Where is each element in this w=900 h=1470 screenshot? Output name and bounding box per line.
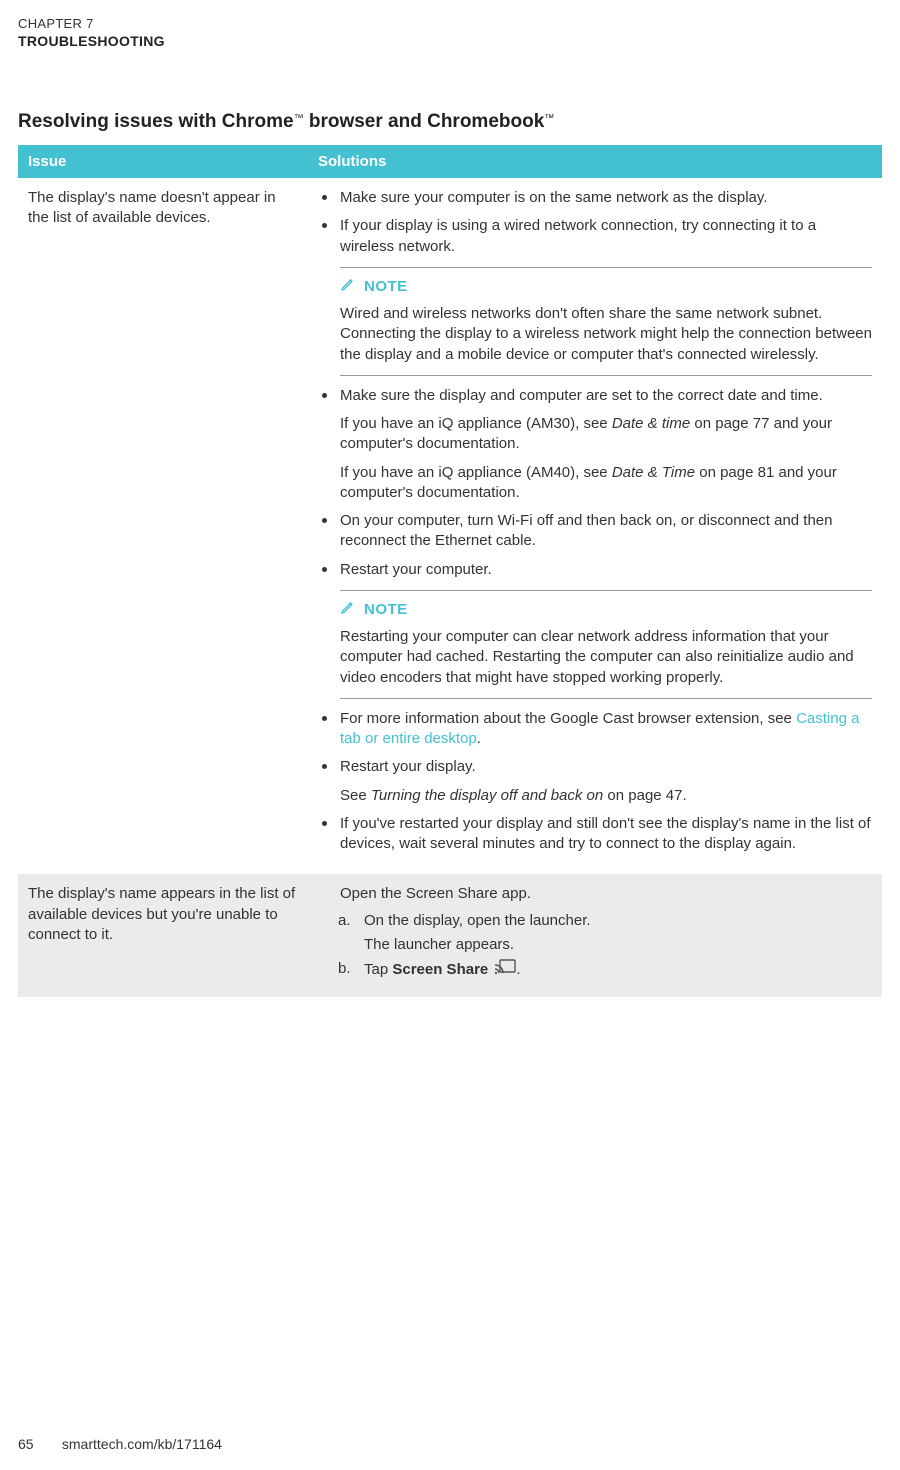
solution-list: Make sure your computer is on the same n… <box>318 188 872 854</box>
table-header-row: Issue Solutions <box>18 145 882 178</box>
troubleshooting-table: Issue Solutions The display's name doesn… <box>18 145 882 997</box>
footer-url: smarttech.com/kb/171164 <box>62 1436 222 1452</box>
solution-intro: Open the Screen Share app. <box>318 884 872 904</box>
sub-paragraph: If you have an iQ appliance (AM40), see … <box>340 463 872 504</box>
chapter-label: CHAPTER 7 <box>18 16 900 31</box>
note-body: Restarting your computer can clear netwo… <box>340 627 872 688</box>
sub-paragraph: If you have an iQ appliance (AM30), see … <box>340 414 872 455</box>
list-marker: a. <box>338 911 351 931</box>
page-number: 65 <box>18 1436 58 1452</box>
note-body: Wired and wireless networks don't often … <box>340 304 872 365</box>
list-item: Restart your display. See Turning the di… <box>340 757 872 806</box>
page-header: CHAPTER 7 TROUBLESHOOTING <box>0 0 900 49</box>
alpha-list: a. On the display, open the launcher. Th… <box>318 911 872 982</box>
sub-paragraph: See Turning the display off and back on … <box>340 786 872 806</box>
section-title-part1: Resolving issues with Chrome <box>18 111 294 132</box>
list-item: If you've restarted your display and sti… <box>340 814 872 855</box>
list-item: For more information about the Google Ca… <box>340 709 872 750</box>
list-item: Make sure the display and computer are s… <box>340 386 872 503</box>
list-item: If your display is using a wired network… <box>340 216 872 376</box>
pencil-icon <box>340 276 356 298</box>
issue-cell: The display's name appears in the list o… <box>18 874 308 997</box>
solutions-cell: Open the Screen Share app. a. On the dis… <box>308 874 882 997</box>
table-row: The display's name appears in the list o… <box>18 874 882 997</box>
table-row: The display's name doesn't appear in the… <box>18 178 882 874</box>
solutions-cell: Make sure your computer is on the same n… <box>308 178 882 874</box>
note-heading: NOTE <box>340 276 872 298</box>
list-item: Make sure your computer is on the same n… <box>340 188 872 208</box>
issue-cell: The display's name doesn't appear in the… <box>18 178 308 874</box>
trademark-symbol: ™ <box>544 113 554 124</box>
chapter-title: TROUBLESHOOTING <box>18 33 900 49</box>
list-marker: b. <box>338 959 351 979</box>
list-item: On your computer, turn Wi-Fi off and the… <box>340 511 872 552</box>
list-item: Restart your computer. NOTE Restarting y… <box>340 560 872 699</box>
page-footer: 65 smarttech.com/kb/171164 <box>18 1436 222 1452</box>
list-item: a. On the display, open the launcher. Th… <box>364 911 872 956</box>
col-header-issue: Issue <box>18 145 308 178</box>
trademark-symbol: ™ <box>294 113 304 124</box>
section-title-part2: browser and Chromebook <box>304 111 545 132</box>
col-header-solutions: Solutions <box>308 145 882 178</box>
note-callout: NOTE Wired and wireless networks don't o… <box>340 267 872 376</box>
sub-paragraph: The launcher appears. <box>364 935 872 955</box>
pencil-icon <box>340 599 356 621</box>
note-callout: NOTE Restarting your computer can clear … <box>340 590 872 699</box>
list-item: b. Tap Screen Share . <box>364 959 872 981</box>
section-title: Resolving issues with Chrome™ browser an… <box>18 111 900 133</box>
screen-share-icon <box>494 959 516 981</box>
note-heading: NOTE <box>340 599 872 621</box>
